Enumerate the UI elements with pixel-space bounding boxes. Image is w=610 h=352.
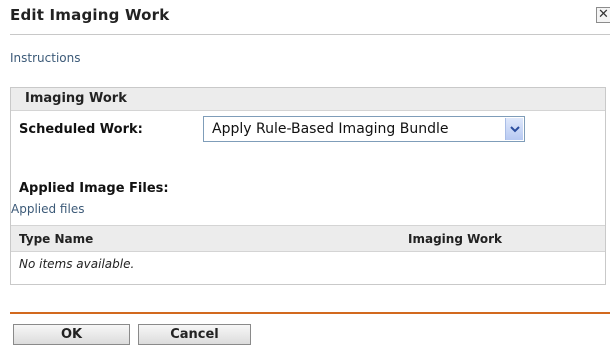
table-header: Type Name Imaging Work	[11, 225, 605, 252]
applied-files-table: Type Name Imaging Work No items availabl…	[11, 225, 605, 277]
applied-files-sublabel: Applied files	[11, 202, 85, 216]
footer-divider	[10, 312, 610, 314]
ok-button[interactable]: OK	[13, 324, 130, 345]
scheduled-work-label: Scheduled Work:	[19, 122, 143, 137]
cancel-button[interactable]: Cancel	[138, 324, 251, 345]
dialog-title: Edit Imaging Work	[10, 6, 170, 24]
chevron-down-icon	[510, 126, 520, 133]
section-header: Imaging Work	[11, 88, 605, 111]
column-header-type-name[interactable]: Type Name	[19, 232, 93, 246]
empty-table-message: No items available.	[19, 257, 135, 271]
scheduled-work-select[interactable]: Apply Rule-Based Imaging Bundle	[203, 116, 525, 142]
applied-image-files-label: Applied Image Files:	[19, 181, 169, 196]
instructions-link[interactable]: Instructions	[10, 51, 80, 65]
scheduled-work-value: Apply Rule-Based Imaging Bundle	[212, 121, 449, 137]
imaging-work-section: Imaging Work Scheduled Work: Apply Rule-…	[10, 87, 606, 285]
close-icon[interactable]: ✕	[596, 7, 610, 23]
dropdown-arrow-button[interactable]	[505, 118, 523, 140]
column-header-imaging-work[interactable]: Imaging Work	[408, 232, 502, 246]
title-divider	[10, 34, 610, 35]
